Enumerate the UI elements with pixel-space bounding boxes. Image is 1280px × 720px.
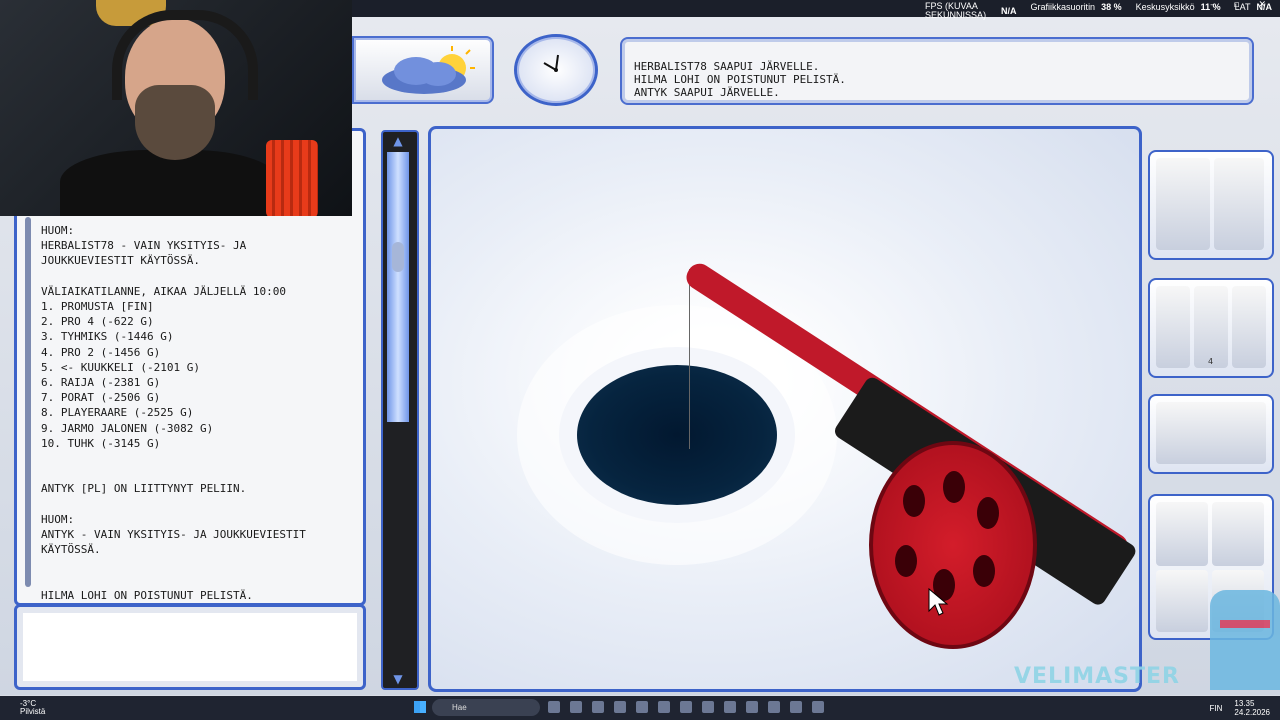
line-depth-slider[interactable]: ▲ ▼ [381, 130, 419, 690]
stream-watermark: VELIMASTER [1014, 664, 1180, 689]
reel-hole [895, 545, 917, 577]
start-button[interactable] [414, 701, 426, 713]
microphone-icon [266, 140, 318, 216]
reel-line-icon[interactable] [1156, 402, 1266, 464]
fps-label: FPS (KUVAA SEKUNNISSA) [925, 1, 987, 20]
reel-hole [977, 497, 999, 529]
reel[interactable] [869, 441, 1037, 649]
gpu-label: Grafiikkasuoritin [1030, 2, 1096, 12]
globe-icon[interactable] [1212, 502, 1264, 566]
chat-scrollbar[interactable] [25, 217, 31, 587]
app-icon[interactable] [680, 701, 692, 713]
weather-button[interactable] [352, 36, 494, 104]
app-icon[interactable] [790, 701, 802, 713]
fps-value: N/A [1001, 6, 1017, 16]
taskbar-weather-text: Pilvistä [20, 707, 46, 716]
fishing-viewport[interactable] [428, 126, 1142, 692]
lure-icon[interactable] [1156, 286, 1190, 368]
ice-drill-icon[interactable] [1156, 158, 1210, 250]
tray-clock[interactable]: 13.35 24.2.2026 [1234, 699, 1270, 717]
app-icon[interactable] [614, 701, 626, 713]
gpu-value: 38 % [1101, 2, 1122, 12]
mouse-cursor-icon [928, 587, 949, 616]
app-icon[interactable] [636, 701, 648, 713]
event-message-bar: HERBALIST78 SAAPUI JÄRVELLE. HILMA LOHI … [620, 37, 1254, 105]
slider-fill [387, 152, 409, 422]
mascot-overlay [1210, 590, 1280, 690]
chat-log-text: HUOM: HERBALIST78 - VAIN YKSITYIS- JA JO… [41, 224, 306, 602]
eye-icon[interactable] [1156, 570, 1208, 632]
app-icon[interactable] [592, 701, 604, 713]
bait-icon[interactable]: 4 [1194, 286, 1228, 368]
weather-cloud-sun-icon [382, 46, 475, 94]
chat-input[interactable] [14, 604, 366, 690]
fishing-line [689, 269, 690, 449]
app-icon[interactable] [812, 701, 824, 713]
tray-time: 13.35 [1234, 699, 1255, 708]
app-icon[interactable] [768, 701, 780, 713]
system-tray: FIN 13.35 24.2.2026 [1210, 699, 1270, 717]
event-messages: HERBALIST78 SAAPUI JÄRVELLE. HILMA LOHI … [634, 60, 846, 99]
move-arrows-icon[interactable] [1214, 158, 1264, 250]
drill-tool-panel[interactable] [1148, 150, 1274, 260]
app-icon[interactable] [746, 701, 758, 713]
slider-knob[interactable] [392, 242, 404, 272]
reel-hole [943, 471, 965, 503]
slider-down-arrow-icon[interactable]: ▼ [387, 672, 409, 686]
app-icon[interactable] [570, 701, 582, 713]
streamer-shirt [60, 150, 280, 216]
lure-tool-panel[interactable]: 4 [1148, 278, 1274, 378]
tray-date: 24.2.2026 [1234, 708, 1270, 717]
language-indicator[interactable]: FIN [1210, 704, 1223, 713]
headset-icon [112, 10, 258, 100]
knife-icon[interactable] [1156, 502, 1208, 566]
ice-hole [577, 365, 777, 505]
reel-hole [973, 555, 995, 587]
taskbar: -3°C Pilvistä Hae FIN 13.35 24.2.2026 [0, 696, 1280, 720]
line-tool-panel[interactable] [1148, 394, 1274, 474]
clock-button[interactable] [514, 34, 598, 106]
rod-select-icon[interactable] [1232, 286, 1266, 368]
clock-icon [543, 54, 559, 72]
app-icon[interactable] [724, 701, 736, 713]
app-icon[interactable] [702, 701, 714, 713]
slider-up-arrow-icon[interactable]: ▲ [387, 134, 409, 148]
taskbar-app-icons [548, 701, 824, 713]
reel-hole [903, 485, 925, 517]
window-controls[interactable]: – ▫ ✕ [1210, 0, 1274, 10]
bait-count: 4 [1208, 357, 1214, 366]
app-icon[interactable] [548, 701, 560, 713]
app-icon[interactable] [658, 701, 670, 713]
webcam-overlay [0, 0, 352, 216]
cpu-label: Keskusyksikkö [1135, 2, 1195, 12]
taskbar-weather[interactable]: -3°C Pilvistä [20, 700, 45, 716]
taskbar-search[interactable]: Hae [432, 699, 540, 716]
